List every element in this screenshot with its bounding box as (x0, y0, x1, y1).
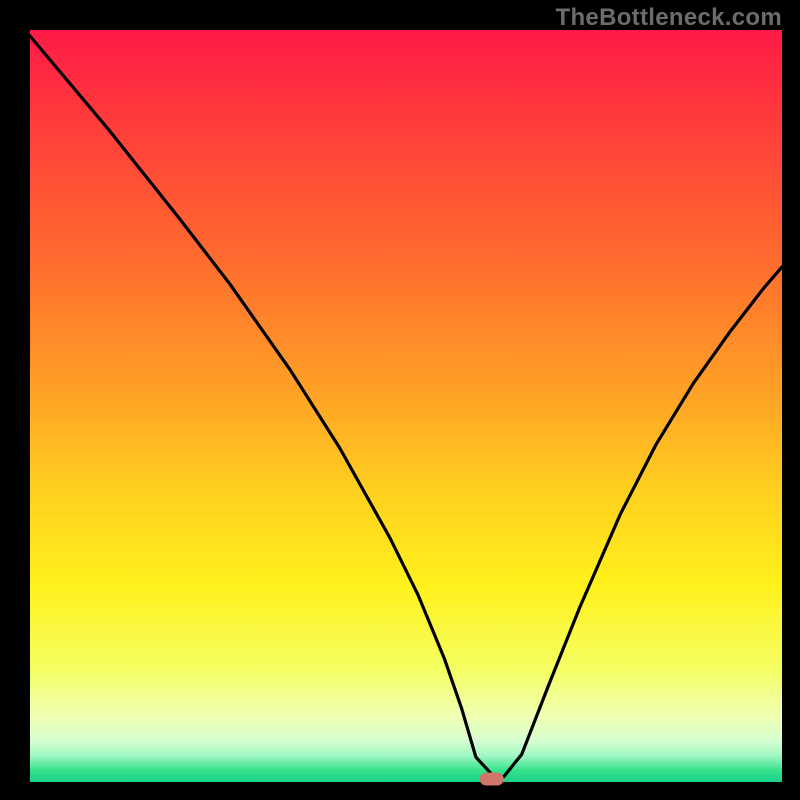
watermark-text: TheBottleneck.com (556, 4, 782, 32)
optimum-marker (480, 773, 504, 786)
chart-frame: TheBottleneck.com (0, 0, 800, 800)
bottleneck-chart (0, 0, 800, 800)
plot-background (30, 30, 782, 782)
